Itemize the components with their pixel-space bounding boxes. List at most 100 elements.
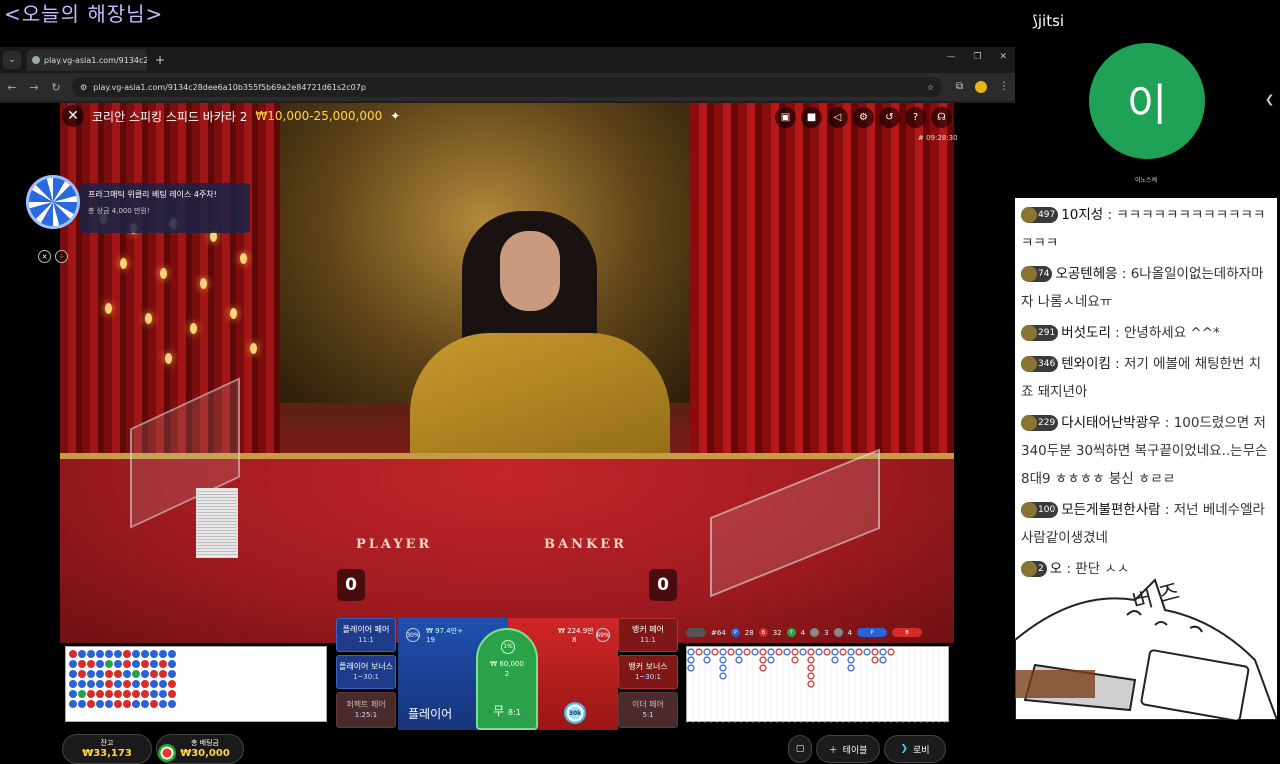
lobby-button[interactable]: ❯ 로비 (884, 735, 946, 763)
site-info-icon[interactable]: ⚙ (80, 83, 87, 92)
rank-icon (1021, 266, 1037, 282)
tie-stat-icon: T (786, 628, 796, 637)
chat-nickname[interactable]: 다시태어난박광우 (1061, 415, 1160, 431)
bead-road-cell (168, 660, 176, 668)
either-pair-bet[interactable]: 이더 페어 5:1 (618, 692, 678, 728)
close-game-icon[interactable]: ✕ (62, 105, 84, 127)
bead-road-cell (159, 690, 167, 698)
bead-road-cell (87, 700, 95, 708)
chat-icon[interactable]: ▣ (775, 107, 796, 128)
bead-road-cell (96, 650, 104, 658)
chat-message: 74 오공텐헤응 : 6나올일이없는데하자마자 나롬ㅅ네요ㅠ (1021, 266, 1264, 310)
big-road[interactable] (686, 646, 949, 723)
chevron-left-icon[interactable]: ❮ (1265, 93, 1274, 106)
extensions-icon[interactable]: ⧉ (956, 81, 963, 93)
menu-icon[interactable]: ⋮ (999, 81, 1009, 93)
perfect-pair-bet[interactable]: 퍼펙트 페어 1:25:1 (336, 692, 396, 728)
participant-avatar[interactable]: 이 (1089, 43, 1205, 159)
road-toggle-icon[interactable] (686, 628, 706, 637)
promo-banner[interactable]: 프라그매틱 위클리 베팅 레이스 4주차! 총 상금 4,000 만원! (80, 183, 250, 233)
bead-road-cell (87, 690, 95, 698)
tie-label: 무 8:1 (493, 704, 521, 719)
balance-box: 잔고 ₩33,173 (62, 734, 152, 764)
bead-road-cell (96, 690, 104, 698)
bead-road-cell (132, 700, 140, 708)
help-icon[interactable]: ? (905, 107, 926, 128)
level-badge: 229 (1021, 415, 1059, 431)
promo-wheel-icon[interactable] (26, 175, 80, 229)
player-pair-stat-icon (810, 628, 820, 637)
bead-road-cell (87, 650, 95, 658)
banker-pair-stat-icon (833, 628, 843, 637)
restore-icon[interactable]: ❐ (973, 52, 981, 62)
rank-icon (1021, 502, 1037, 518)
minimize-icon[interactable]: — (946, 52, 955, 62)
rank-icon (1021, 415, 1037, 431)
table-button[interactable]: ＋ 테이블 (816, 735, 880, 763)
favicon-icon (32, 56, 40, 64)
bead-road-cell (168, 650, 176, 658)
chat-nickname[interactable]: 텐와이킴 (1061, 356, 1111, 372)
banker-bonus-bet[interactable]: 뱅커 보너스 1~30:1 (618, 655, 678, 689)
bead-road-cell (69, 670, 77, 678)
banker-score: 0 (649, 569, 677, 601)
player-pair-count: 3 (824, 628, 829, 637)
video-icon[interactable]: ■ (801, 107, 822, 128)
player-bettor-count: 19 (426, 636, 435, 644)
bead-road-cell (132, 690, 140, 698)
tie-total: ₩ 60,000 (490, 660, 524, 668)
support-icon[interactable]: ☊ (931, 107, 952, 128)
chat-nickname[interactable]: 오공텐헤응 (1055, 266, 1117, 282)
forward-icon[interactable]: → (28, 81, 40, 94)
reload-icon[interactable]: ↻ (50, 81, 62, 94)
bead-road-cell (141, 670, 149, 678)
new-tab-button[interactable]: + (155, 53, 165, 67)
player-bet-label: 플레이어 (408, 707, 453, 721)
settings-icon[interactable]: ⚙ (853, 107, 874, 128)
chat-nickname[interactable]: 10지성 (1061, 207, 1103, 223)
bead-road-cell (78, 660, 86, 668)
favorite-icon[interactable]: ✦ (390, 109, 400, 123)
url-field[interactable]: ⚙ play.vg-asia1.com/9134c28dee6a10b355f5… (72, 77, 942, 97)
bead-road-cell (96, 680, 104, 688)
browser-tab[interactable]: play.vg-asia1.com/9134c28de ✕ (27, 49, 147, 71)
sound-icon[interactable]: ◁ (827, 107, 848, 128)
player-pair-bet[interactable]: 플레이어 페어 11:1 (336, 618, 396, 652)
bead-road-cell (141, 680, 149, 688)
bead-road[interactable] (65, 646, 327, 722)
video-curtain-right (690, 103, 954, 503)
tie-bet[interactable]: 1% ₩ 60,000 2 무 8:1 (476, 628, 538, 730)
tie-percent: 1% (501, 640, 515, 654)
player-bonus-bet[interactable]: 플레이어 보너스 1~30:1 (336, 655, 396, 689)
bead-road-cell (114, 680, 122, 688)
tab-search-button[interactable]: ⌄ (3, 51, 21, 69)
promo-menu-icon[interactable]: ⁘ (55, 250, 68, 263)
chat-nickname[interactable]: 모든게불편한사람 (1061, 502, 1160, 518)
banker-stat-icon: B (758, 628, 768, 637)
bead-road-cell (69, 650, 77, 658)
close-promo-icon[interactable]: ✕ (38, 250, 51, 263)
chip-30k[interactable]: 30k (564, 702, 586, 724)
tie-bettor-count: 2 (504, 670, 510, 678)
total-bet-label: 총 베팅금 (191, 739, 219, 747)
game-viewport: PLAYER BANKER 0 0 ✕ 코리안 스피킹 스피드 바카라 2 ₩1… (0, 103, 1015, 764)
chat-nickname[interactable]: 버섯도리 (1061, 325, 1111, 341)
chat-bubble-icon[interactable]: ▢ (788, 735, 812, 763)
chip-stack-icon (158, 744, 176, 762)
bead-road-cell (69, 660, 77, 668)
player-ask-button[interactable]: P (857, 628, 888, 637)
banker-ask-button[interactable]: B (892, 628, 923, 637)
back-icon[interactable]: ← (6, 81, 18, 94)
bead-road-cell (114, 660, 122, 668)
bead-road-cell (168, 670, 176, 678)
close-window-icon[interactable]: ✕ (999, 52, 1007, 62)
round-number: #64 (711, 628, 726, 637)
chat-message: 291 버섯도리 : 안녕하세요 ^^* (1015, 316, 1277, 347)
bead-road-cell (69, 690, 77, 698)
bookmark-star-icon[interactable]: ☆ (927, 83, 934, 92)
level-badge: 497 (1021, 207, 1059, 223)
banker-pair-bet[interactable]: 뱅커 페어 11:1 (618, 618, 678, 652)
profile-avatar[interactable] (975, 81, 988, 93)
bead-road-cell (132, 660, 140, 668)
history-icon[interactable]: ↺ (879, 107, 900, 128)
